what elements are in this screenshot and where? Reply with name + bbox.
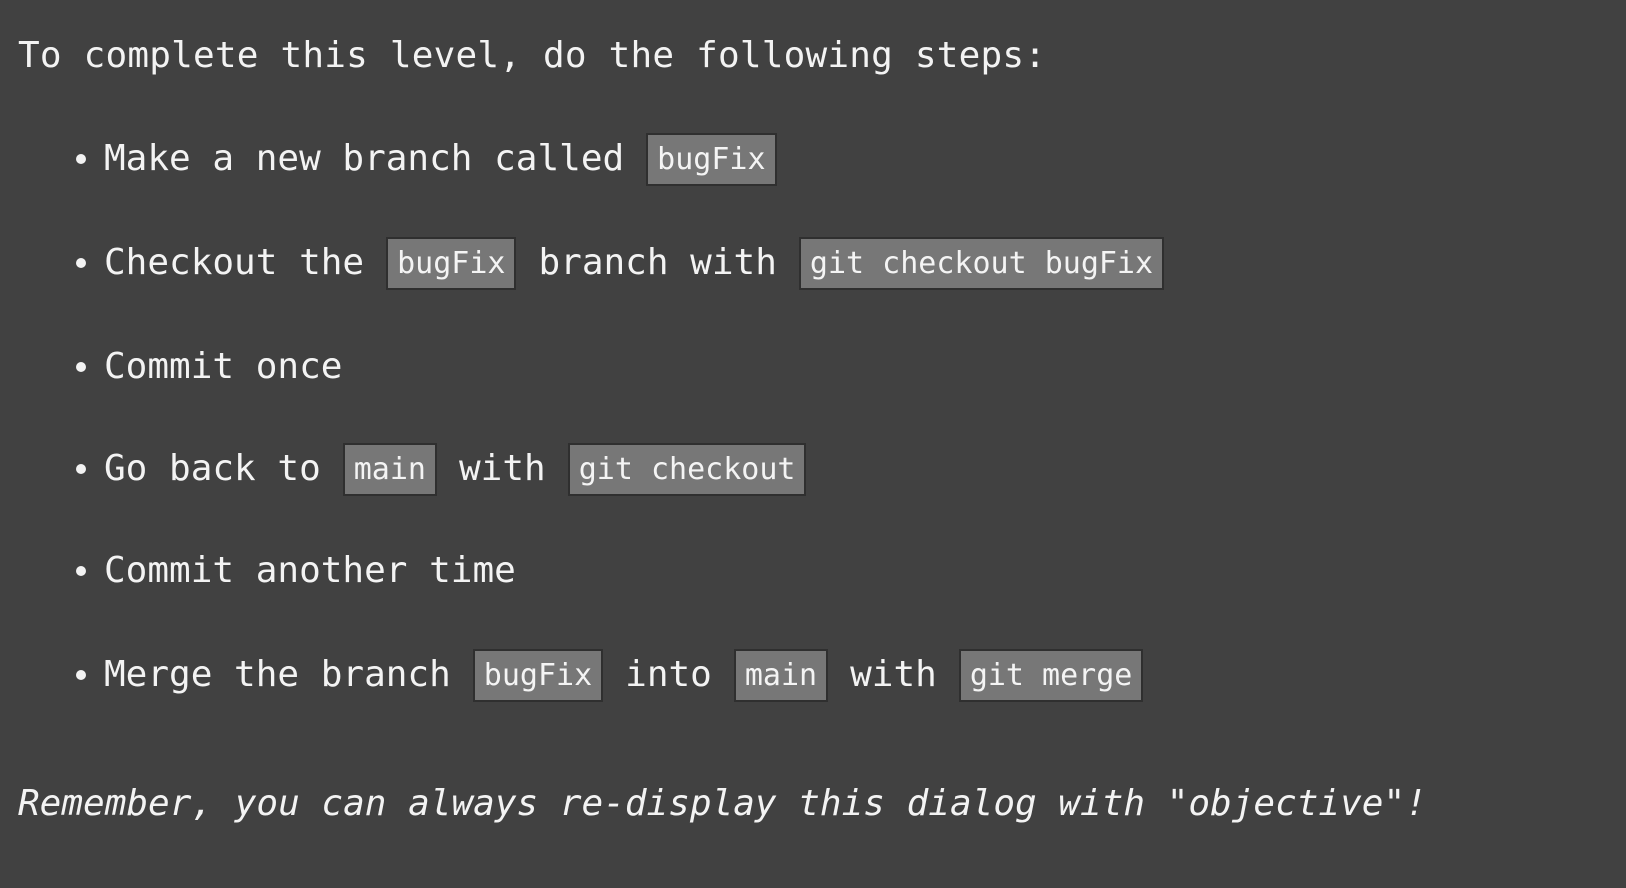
- code-bugfix-branch: bugFix: [472, 648, 604, 702]
- objective-intro: To complete this level, do the following…: [18, 35, 1047, 76]
- code-git-merge: git merge: [958, 648, 1144, 702]
- step-merge-branch: Merge the branch bugFix into main with g…: [76, 648, 1144, 702]
- step-commit-once: Commit once: [76, 340, 342, 394]
- code-git-checkout: git checkout: [567, 442, 807, 496]
- step-make-branch: Make a new branch called bugFix: [76, 132, 777, 186]
- code-main-branch: main: [733, 648, 829, 702]
- code-main-branch: main: [342, 442, 437, 496]
- objective-dialog: To complete this level, do the following…: [0, 0, 1626, 888]
- bullet-dot-icon: [76, 464, 86, 474]
- bullet-dot-icon: [76, 258, 86, 268]
- code-bugfix-branch: bugFix: [386, 236, 517, 290]
- step-text: Go back to: [104, 448, 321, 489]
- step-text: branch with: [538, 242, 777, 283]
- bullet-dot-icon: [76, 154, 86, 164]
- step-text: Commit another time: [104, 550, 516, 591]
- objective-reminder: Remember, you can always re-display this…: [18, 783, 1427, 824]
- step-text: with: [459, 448, 546, 489]
- code-bugfix-branch: bugFix: [646, 132, 777, 186]
- step-commit-another-time: Commit another time: [76, 544, 516, 598]
- step-text: into: [625, 654, 712, 695]
- step-text: Checkout the: [104, 242, 365, 283]
- step-go-back-main: Go back to main with git checkout: [76, 442, 807, 496]
- step-text: Make a new branch called: [104, 138, 625, 179]
- step-text: with: [850, 654, 937, 695]
- step-text: Merge the branch: [104, 654, 451, 695]
- code-git-checkout-bugfix: git checkout bugFix: [798, 236, 1165, 290]
- bullet-dot-icon: [76, 566, 86, 576]
- bullet-dot-icon: [76, 362, 86, 372]
- step-checkout-bugfix: Checkout the bugFix branch with git chec…: [76, 236, 1165, 290]
- step-text: Commit once: [104, 346, 343, 387]
- bullet-dot-icon: [76, 670, 86, 680]
